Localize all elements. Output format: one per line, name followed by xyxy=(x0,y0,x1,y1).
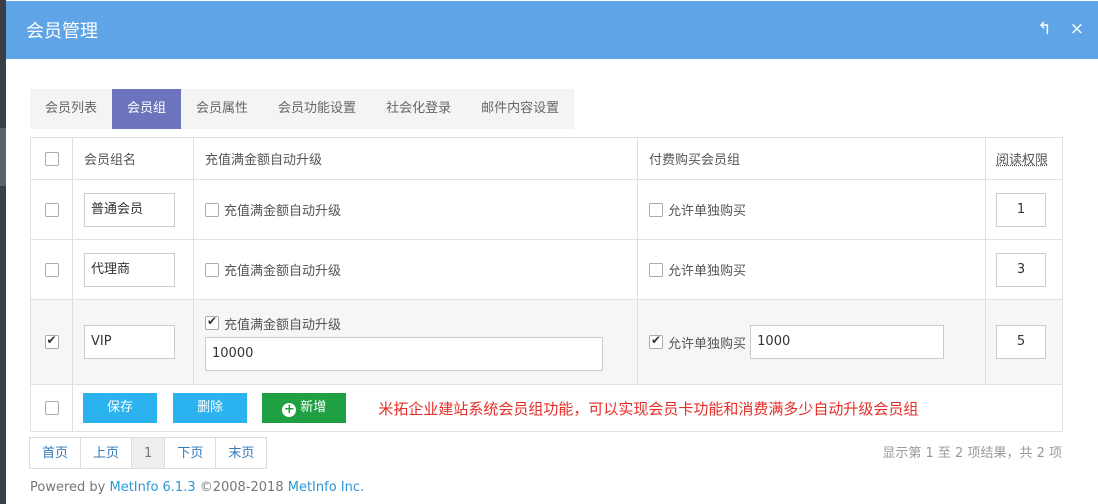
action-row: 保存 删除 + 新增 米拓企业建站系统会员组功能，可以实现会员卡功能和消费满多少自… xyxy=(30,384,1063,432)
group-name-input[interactable]: VIP xyxy=(84,325,175,359)
footer-prefix: Powered by xyxy=(30,480,110,495)
page-first[interactable]: 首页 xyxy=(29,437,82,469)
pagination: 首页 上页 1 下页 末页 xyxy=(29,437,268,469)
row-checkbox[interactable] xyxy=(44,262,59,277)
upgrade-checkbox[interactable] xyxy=(205,262,219,277)
close-icon[interactable]: × xyxy=(1070,19,1084,39)
upgrade-label: 充值满金额自动升级 xyxy=(224,204,342,219)
col-upgrade: 充值满金额自动升级 xyxy=(193,137,638,180)
modal-title: 会员管理 xyxy=(26,21,98,42)
upgrade-label: 充值满金额自动升级 xyxy=(224,317,342,333)
delete-button[interactable]: 删除 xyxy=(173,393,248,423)
upgrade-amount-input[interactable]: 10000 xyxy=(205,336,603,371)
plus-icon: + xyxy=(282,402,297,417)
col-name: 会员组名 xyxy=(72,137,194,180)
pay-amount-input[interactable]: 1000 xyxy=(750,325,945,359)
row-checkbox[interactable] xyxy=(44,333,59,349)
col-pay: 付费购买会员组 xyxy=(637,137,986,180)
footer-copyright: ©2008-2018 xyxy=(195,480,288,495)
group-name-input[interactable]: 代理商 xyxy=(84,252,175,287)
table-header: 会员组名 充值满金额自动升级 付费购买会员组 阅读权限 xyxy=(30,137,1063,180)
page-info: 显示第 1 至 2 项结果，共 2 项 xyxy=(882,446,1062,461)
table-row: 普通会员 充值满金额自动升级 允许单独购买 1 xyxy=(30,179,1063,240)
tab-social-login[interactable]: 社会化登录 xyxy=(371,89,466,129)
pay-label: 允许单独购买 xyxy=(668,204,747,219)
add-button[interactable]: + 新增 xyxy=(262,393,347,423)
member-group-table: 会员组名 充值满金额自动升级 付费购买会员组 阅读权限 普通会员 充值满金额自动… xyxy=(30,137,1063,432)
tab-member-group[interactable]: 会员组 xyxy=(112,89,182,129)
select-all-checkbox[interactable] xyxy=(44,151,59,166)
pay-checkbox[interactable] xyxy=(649,262,663,277)
tab-member-list[interactable]: 会员列表 xyxy=(30,89,112,129)
footer-product-link[interactable]: MetInfo 6.1.3 xyxy=(109,480,195,495)
tab-bar: 会员列表 会员组 会员属性 会员功能设置 社会化登录 邮件内容设置 xyxy=(30,89,575,129)
row-checkbox[interactable] xyxy=(44,202,59,217)
pay-checkbox[interactable] xyxy=(649,333,663,349)
pay-label: 允许单独购买 xyxy=(668,336,747,352)
upgrade-checkbox[interactable] xyxy=(205,202,219,217)
page-next[interactable]: 下页 xyxy=(164,437,217,469)
footer-company-link[interactable]: MetInfo Inc. xyxy=(288,480,364,495)
read-permission-input[interactable]: 5 xyxy=(996,325,1046,359)
pay-checkbox[interactable] xyxy=(649,202,663,217)
tab-member-attributes[interactable]: 会员属性 xyxy=(181,89,263,129)
group-name-input[interactable]: 普通会员 xyxy=(84,192,175,227)
page-current[interactable]: 1 xyxy=(131,437,166,469)
page-prev[interactable]: 上页 xyxy=(80,437,133,469)
modal-header: 会员管理 ↰ × xyxy=(6,1,1098,59)
read-permission-input[interactable]: 3 xyxy=(996,252,1046,287)
pay-label: 允许单独购买 xyxy=(668,264,747,279)
bottom-select-checkbox[interactable] xyxy=(44,401,59,415)
save-button[interactable]: 保存 xyxy=(83,393,157,423)
col-read[interactable]: 阅读权限 xyxy=(985,137,1063,180)
add-label: 新增 xyxy=(300,400,327,415)
page-last[interactable]: 末页 xyxy=(215,437,268,469)
read-permission-input[interactable]: 1 xyxy=(996,192,1046,227)
table-row: VIP 充值满金额自动升级 10000 允许单独购买 1000 5 xyxy=(30,299,1063,385)
back-icon[interactable]: ↰ xyxy=(1038,19,1052,39)
footer: Powered by MetInfo 6.1.3 ©2008-2018 MetI… xyxy=(30,480,364,495)
upgrade-checkbox[interactable] xyxy=(205,314,219,330)
upgrade-label: 充值满金额自动升级 xyxy=(224,264,342,279)
tab-email-settings[interactable]: 邮件内容设置 xyxy=(466,89,574,129)
table-row: 代理商 充值满金额自动升级 允许单独购买 3 xyxy=(30,239,1063,300)
annotation-note: 米拓企业建站系统会员组功能，可以实现会员卡功能和消费满多少自动升级会员组 xyxy=(378,399,919,418)
tab-member-features[interactable]: 会员功能设置 xyxy=(263,89,371,129)
